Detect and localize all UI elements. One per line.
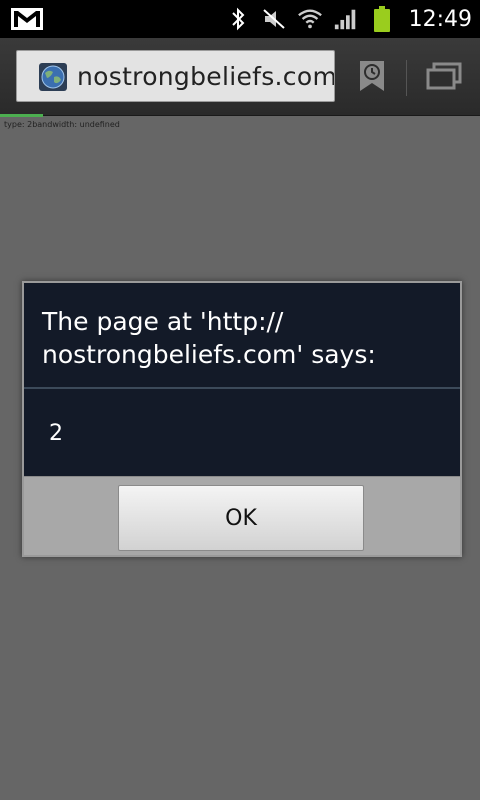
signal-icon (333, 6, 359, 32)
browser-toolbar: nostrongbeliefs.com, (0, 38, 480, 116)
bookmark-history-icon (360, 61, 384, 91)
muted-icon (261, 6, 287, 32)
bookmark-history-button[interactable] (352, 50, 392, 102)
windows-icon (426, 62, 462, 90)
url-text: nostrongbeliefs.com, (77, 62, 335, 91)
battery-icon (369, 6, 395, 32)
toolbar-divider (406, 60, 407, 96)
load-progress-bar (0, 114, 43, 117)
page-debug-text: type: 2bandwidth: undefined (4, 120, 120, 129)
bluetooth-icon (225, 6, 251, 32)
tabs-button[interactable] (420, 50, 468, 102)
wifi-icon (297, 6, 323, 32)
status-bar: 12:49 (0, 0, 480, 38)
dialog-message: 2 (49, 421, 63, 446)
status-clock: 12:49 (408, 6, 472, 32)
ok-button[interactable]: OK (118, 485, 364, 551)
dialog-divider (24, 387, 460, 389)
gmail-icon (10, 7, 44, 31)
alert-dialog: The page at 'http:// nostrongbeliefs.com… (22, 281, 462, 557)
globe-icon (39, 63, 67, 91)
dialog-button-bar: OK (24, 476, 460, 555)
url-bar[interactable]: nostrongbeliefs.com, (16, 50, 335, 102)
dialog-title: The page at 'http:// nostrongbeliefs.com… (42, 307, 376, 369)
